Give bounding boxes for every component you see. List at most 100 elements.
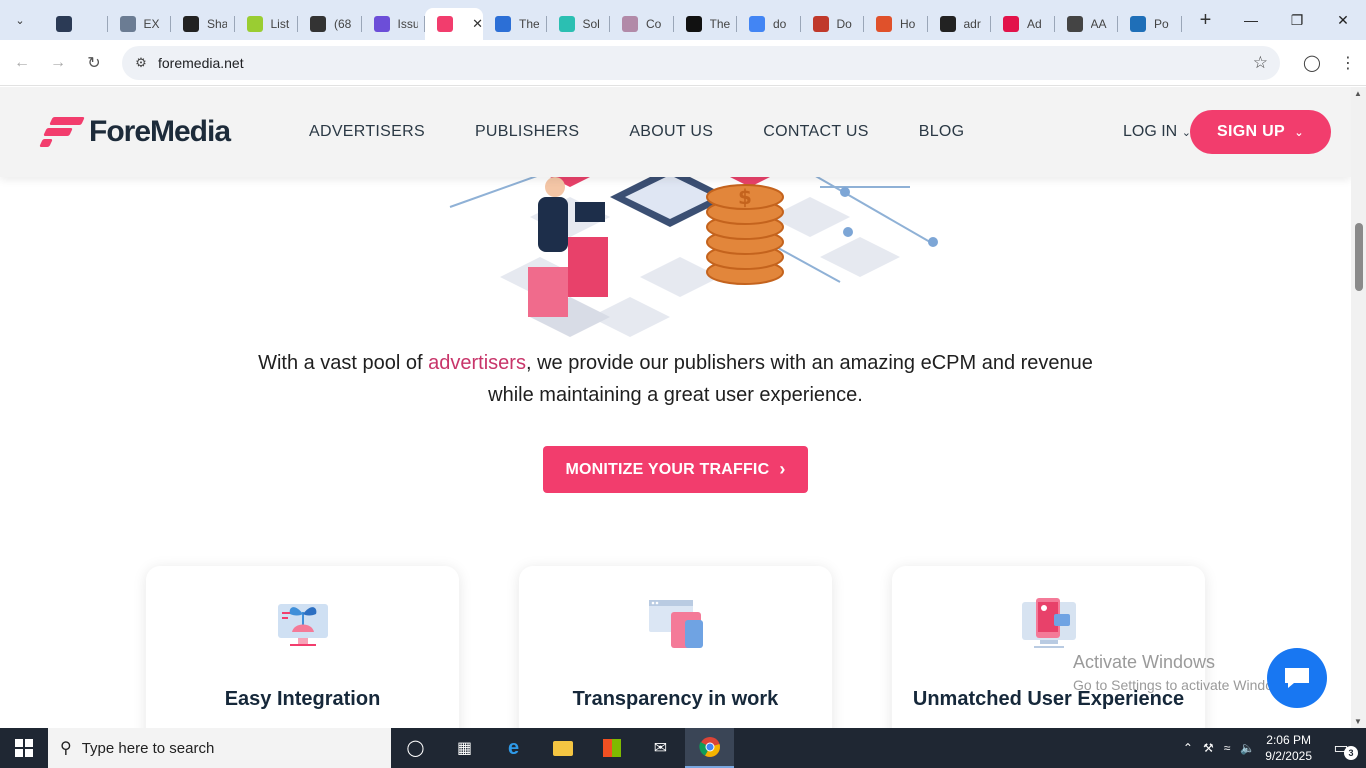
w-icon: [246, 16, 263, 32]
nav-blog[interactable]: BLOG: [919, 123, 965, 141]
chat-bubble-icon: [1285, 668, 1309, 688]
mail-icon[interactable]: ✉: [636, 728, 685, 768]
task-view-icon[interactable]: ▦: [440, 728, 489, 768]
lead-text-part: With a vast pool of: [258, 352, 429, 374]
chatgpt-icon: [183, 16, 199, 32]
address-bar[interactable]: ⚙ foremedia.net ☆: [122, 46, 1280, 80]
window-controls: — ❐ ✕: [1228, 0, 1366, 40]
browser-tab[interactable]: Po: [1118, 8, 1182, 40]
close-tab-icon[interactable]: ✕: [472, 16, 483, 32]
browser-tab[interactable]: Ad: [991, 8, 1055, 40]
p-icon: [495, 16, 511, 32]
new-tab-button[interactable]: +: [1192, 9, 1220, 32]
page-viewport: ForeMedia ADVERTISERS PUBLISHERS ABOUT U…: [0, 87, 1351, 728]
notification-count: 3: [1344, 746, 1358, 760]
nav-publishers[interactable]: PUBLISHERS: [475, 123, 579, 141]
forward-button[interactable]: →: [40, 45, 76, 81]
site-info-icon[interactable]: ⚙: [126, 55, 156, 71]
tab-title: Sol: [582, 17, 600, 31]
foremedia-icon: [437, 16, 453, 32]
tab-search-button[interactable]: ⌄: [6, 6, 34, 34]
monitor-phone-icon: [1022, 598, 1076, 648]
monetize-traffic-button[interactable]: MONITIZE YOUR TRAFFIC ›: [543, 446, 808, 493]
browser-tab[interactable]: Issu: [362, 8, 426, 40]
scroll-down-icon[interactable]: ▼: [1354, 717, 1362, 726]
google-icon: [749, 16, 765, 32]
close-icon[interactable]: ✕: [1320, 0, 1366, 40]
signup-button[interactable]: SIGN UP ⌄: [1190, 110, 1331, 154]
tab-strip: ⌄ EX Sha List (68 Issu ✕ The Sol Co The do Do Ho adr A…: [0, 0, 1366, 40]
cortana-icon[interactable]: ◯: [391, 728, 440, 768]
feature-card-title: Easy Integration: [224, 688, 381, 710]
store-icon[interactable]: [587, 728, 636, 768]
tab-title: Co: [646, 17, 662, 31]
login-dropdown[interactable]: LOG IN ⌄: [1123, 123, 1191, 141]
profile-icon[interactable]: ◯: [1294, 45, 1330, 81]
reload-icon: ↻: [87, 54, 101, 72]
tab-title: (68: [334, 17, 352, 31]
chat-widget-button[interactable]: [1267, 648, 1327, 708]
search-placeholder: Type here to search: [81, 739, 215, 757]
edge-icon[interactable]: e: [489, 728, 538, 768]
arrow-left-icon: ←: [14, 53, 30, 71]
menu-dots-icon[interactable]: ⋮: [1330, 45, 1366, 81]
scrollbar-thumb[interactable]: [1355, 223, 1363, 291]
browser-tab[interactable]: EX: [108, 8, 172, 40]
arrow-right-icon: →: [50, 53, 66, 71]
taskbar-search[interactable]: ⚲ Type here to search: [48, 728, 391, 768]
site-header: ForeMedia ADVERTISERS PUBLISHERS ABOUT U…: [0, 87, 1351, 177]
system-tray: ⌃ ⚒ ≈ 🔈 2:06 PM 9/2/2025 ▭ 3: [1183, 728, 1366, 768]
feature-card: Unmatched User Experience: [892, 566, 1205, 728]
clock-time: 2:06 PM: [1266, 733, 1311, 747]
start-button[interactable]: [0, 728, 48, 768]
browser-tab[interactable]: AA: [1055, 8, 1119, 40]
feature-card: Transparency in work: [519, 566, 832, 728]
chrome-icon[interactable]: [685, 728, 734, 768]
reload-button[interactable]: ↻: [76, 45, 112, 81]
wifi-icon[interactable]: ≈: [1224, 741, 1231, 755]
feature-card-title: Transparency in work: [572, 688, 779, 710]
main-nav: ADVERTISERS PUBLISHERS ABOUT US CONTACT …: [309, 123, 1014, 141]
tab-title: The: [519, 17, 539, 31]
browser-tab[interactable]: do: [737, 8, 801, 40]
advertisers-link[interactable]: advertisers: [428, 352, 526, 374]
c-icon: [622, 16, 638, 32]
volume-icon[interactable]: 🔈: [1240, 741, 1255, 755]
browser-tab[interactable]: The: [674, 8, 738, 40]
clock[interactable]: 2:06 PM 9/2/2025: [1265, 732, 1312, 764]
site-logo[interactable]: ForeMedia: [39, 115, 231, 149]
browser-tab[interactable]: ✕: [425, 8, 483, 40]
browser-tab[interactable]: [44, 8, 108, 40]
bookmark-star-icon[interactable]: ☆: [1253, 53, 1268, 73]
page-scrollbar[interactable]: ▲ ▼: [1351, 87, 1366, 728]
minimize-icon[interactable]: —: [1228, 0, 1274, 40]
notifications-button[interactable]: ▭ 3: [1326, 728, 1366, 768]
clock-date: 9/2/2025: [1265, 749, 1312, 763]
browser-tab[interactable]: Sol: [547, 8, 611, 40]
scroll-up-icon[interactable]: ▲: [1354, 89, 1362, 98]
activate-subtitle: Go to Settings to activate Windows.: [1073, 677, 1294, 693]
restore-icon[interactable]: ❐: [1274, 0, 1320, 40]
tab-title: Ad: [1027, 17, 1042, 31]
browser-tab[interactable]: The: [483, 8, 547, 40]
nav-advertisers[interactable]: ADVERTISERS: [309, 123, 425, 141]
input-method-icon[interactable]: ⚒: [1203, 741, 1214, 755]
chevron-up-icon[interactable]: ⌃: [1183, 741, 1193, 755]
layers-icon: [56, 16, 72, 32]
lead-text-line2: while maintaining a great user experienc…: [488, 384, 863, 406]
browser-tab[interactable]: Ho: [864, 8, 928, 40]
browser-tab[interactable]: adr: [928, 8, 992, 40]
url-text[interactable]: foremedia.net: [158, 55, 244, 71]
nav-about-us[interactable]: ABOUT US: [629, 123, 713, 141]
browser-tab[interactable]: Co: [610, 8, 674, 40]
nav-contact-us[interactable]: CONTACT US: [763, 123, 869, 141]
slash-icon: [685, 16, 702, 32]
browser-tab[interactable]: Do: [801, 8, 865, 40]
browser-tab[interactable]: Sha: [171, 8, 235, 40]
windows-taskbar: ⚲ Type here to search ◯ ▦ e ✉ ⌃ ⚒ ≈ 🔈 2:…: [0, 728, 1366, 768]
browser-tab[interactable]: (68: [298, 8, 362, 40]
tab-title: List: [270, 17, 290, 31]
file-explorer-icon[interactable]: [538, 728, 587, 768]
back-button[interactable]: ←: [4, 45, 40, 81]
browser-tab[interactable]: List: [235, 8, 299, 40]
